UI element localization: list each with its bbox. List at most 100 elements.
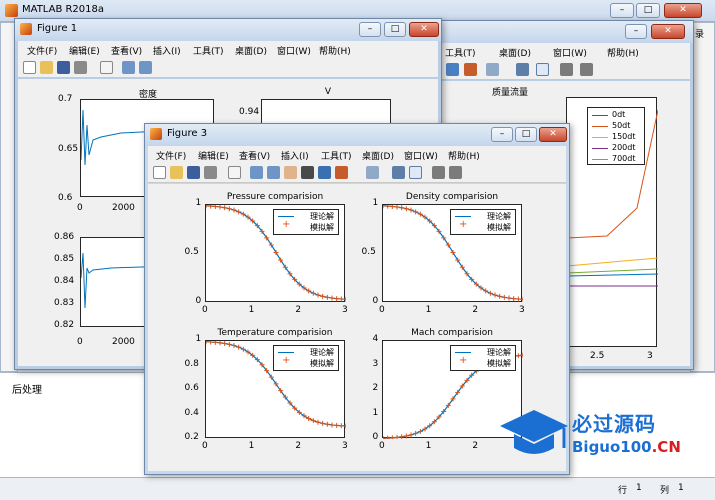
fig2-menu-bar: 工具(T) 桌面(D) 窗口(W) 帮助(H): [442, 43, 690, 60]
fig2-minimize-button[interactable]: –: [625, 24, 647, 39]
fig3-toolbar: [148, 163, 566, 183]
sim-marker: [324, 294, 330, 300]
sim-marker: [408, 432, 414, 438]
data-cursor-icon[interactable]: [318, 166, 331, 179]
xtick: 2: [295, 305, 302, 315]
rotate-icon[interactable]: [301, 166, 314, 179]
watermark-logo: 必过源码 Biguo100.CN: [496, 404, 706, 464]
legend-swatch: [592, 137, 608, 138]
fig2-pan-icon[interactable]: [446, 63, 459, 76]
open-file-icon[interactable]: [170, 166, 183, 179]
sim-marker: [511, 296, 517, 302]
fig1-menu-tools[interactable]: 工具(T): [193, 44, 224, 57]
sim-marker: [203, 203, 209, 209]
fig2-dock-icon[interactable]: [580, 63, 593, 76]
close-button[interactable]: ✕: [664, 3, 702, 18]
fig2-link-icon[interactable]: [486, 63, 499, 76]
minimize-button[interactable]: –: [610, 3, 634, 18]
ytick: 0.86: [54, 232, 75, 242]
print-icon[interactable]: [74, 61, 87, 74]
legend-label: 0dt: [612, 110, 626, 119]
colorbar-icon[interactable]: [392, 166, 405, 179]
show-plot-tools-icon[interactable]: [449, 166, 462, 179]
ytick: 1: [372, 407, 379, 418]
pan-icon[interactable]: [284, 166, 297, 179]
menu-window[interactable]: 窗口(W): [404, 149, 438, 162]
xtick: 2: [472, 305, 479, 315]
print-icon[interactable]: [204, 166, 217, 179]
fig2-brush-icon[interactable]: [464, 63, 477, 76]
new-figure-icon[interactable]: [153, 166, 166, 179]
xtick: 1: [248, 441, 255, 451]
legend-swatch: [592, 148, 608, 149]
new-figure-icon[interactable]: [23, 61, 36, 74]
maximize-button[interactable]: □: [636, 3, 660, 18]
fig2-menu-tools[interactable]: 工具(T): [445, 46, 476, 59]
fig1-menu-help[interactable]: 帮助(H): [319, 44, 351, 57]
fig1-close-button[interactable]: ✕: [409, 22, 439, 37]
fig2-toolbar: [442, 60, 690, 80]
fig3-close-button[interactable]: ✕: [539, 127, 567, 142]
sim-marker: [226, 341, 232, 347]
zoom-out-icon[interactable]: [139, 61, 152, 74]
fig1-menu-insert[interactable]: 插入(I): [153, 44, 181, 57]
fig1-minimize-button[interactable]: –: [359, 22, 381, 37]
hide-plot-tools-icon[interactable]: [432, 166, 445, 179]
fig3-minimize-button[interactable]: –: [491, 127, 513, 142]
fig2-menu-help[interactable]: 帮助(H): [607, 46, 639, 59]
open-file-icon[interactable]: [40, 61, 53, 74]
ytick: 0.82: [54, 320, 75, 330]
fig1-menu-desktop[interactable]: 桌面(D): [235, 44, 267, 57]
sim-marker: [217, 340, 223, 346]
fig1-menu-window[interactable]: 窗口(W): [277, 44, 311, 57]
legend-icon[interactable]: [409, 166, 422, 179]
link-plot-icon[interactable]: [366, 166, 379, 179]
menu-insert[interactable]: 插入(I): [281, 149, 309, 162]
zoom-out-icon[interactable]: [267, 166, 280, 179]
xtick: 0: [202, 305, 208, 315]
fig2-colorbar-icon[interactable]: [516, 63, 529, 76]
fig2-series-0dt: [566, 273, 659, 277]
axes-title: Density comparision: [405, 192, 499, 202]
xtick: 3: [342, 441, 348, 451]
fig2-legend[interactable]: 0dt 50dt 150dt 200dt 700dt: [587, 107, 645, 165]
menu-edit[interactable]: 编辑(E): [198, 149, 229, 162]
fig1-menu-file[interactable]: 文件(F): [27, 44, 57, 57]
fig2-plot-tools-icon[interactable]: [560, 63, 573, 76]
xtick: 0: [379, 441, 385, 451]
pointer-icon[interactable]: [100, 61, 113, 74]
legend-plus-icon: +: [282, 355, 291, 366]
fig1-menu-view[interactable]: 查看(V): [111, 44, 142, 57]
save-icon[interactable]: [57, 61, 70, 74]
menu-file[interactable]: 文件(F): [156, 149, 186, 162]
legend-plus-icon: +: [282, 219, 291, 230]
fig2-menu-window[interactable]: 窗口(W): [553, 46, 587, 59]
menu-view[interactable]: 查看(V): [239, 149, 270, 162]
menu-help[interactable]: 帮助(H): [448, 149, 480, 162]
comparison-legend[interactable]: 理论解 + 模拟解: [450, 345, 516, 371]
save-icon[interactable]: [187, 166, 200, 179]
sim-marker: [324, 421, 330, 427]
fig1-menu-edit[interactable]: 编辑(E): [69, 44, 100, 57]
zoom-in-icon[interactable]: [122, 61, 135, 74]
fig2-menu-desktop[interactable]: 桌面(D): [499, 46, 531, 59]
sim-marker: [492, 292, 498, 298]
pointer-icon[interactable]: [228, 166, 241, 179]
legend-label: 150dt: [612, 132, 636, 141]
fig2-close-button[interactable]: ✕: [651, 24, 685, 39]
fig2-axes-title: 质量流量: [491, 88, 528, 98]
sim-marker: [413, 209, 419, 215]
comparison-legend[interactable]: 理论解 + 模拟解: [273, 345, 339, 371]
comparison-legend[interactable]: 理论解 + 模拟解: [450, 209, 516, 235]
sim-marker: [334, 296, 340, 302]
fig1-maximize-button[interactable]: □: [384, 22, 406, 37]
menu-desktop[interactable]: 桌面(D): [362, 149, 394, 162]
zoom-in-icon[interactable]: [250, 166, 263, 179]
fig3-maximize-button[interactable]: □: [515, 127, 537, 142]
legend-theory-label: 理论解: [310, 348, 334, 357]
sim-marker: [385, 435, 391, 441]
menu-tools[interactable]: 工具(T): [321, 149, 352, 162]
comparison-legend[interactable]: 理论解 + 模拟解: [273, 209, 339, 235]
brush-icon[interactable]: [335, 166, 348, 179]
fig2-legend-icon[interactable]: [536, 63, 549, 76]
